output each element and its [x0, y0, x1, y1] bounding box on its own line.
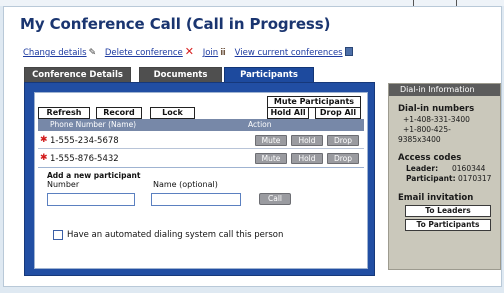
- dial-in-header: Dial-in Information: [389, 84, 500, 96]
- dial-in-panel: Dial-in Information Dial-in numbers +1-4…: [388, 83, 501, 270]
- pencil-icon: ✎: [88, 48, 97, 58]
- record-button[interactable]: Record: [96, 107, 142, 119]
- leader-label: Leader:: [406, 164, 439, 173]
- view-current-label[interactable]: View current conferences: [235, 48, 343, 58]
- mute-button[interactable]: Mute: [255, 135, 287, 146]
- leader-code: 0160344: [452, 164, 486, 173]
- to-participants-button[interactable]: To Participants: [405, 219, 491, 231]
- action-column-header: Action: [248, 120, 272, 129]
- phone-column-header: Phone Number (Name): [50, 120, 137, 129]
- participants-panel: Mute Participants Refresh List Record Lo…: [24, 82, 375, 276]
- drop-all-button[interactable]: Drop All: [315, 107, 361, 119]
- participant-code: 0170317: [458, 174, 492, 183]
- change-details-link[interactable]: Change details ✎: [23, 48, 96, 58]
- people-icon: ⅲ: [220, 48, 226, 58]
- dial-in-number-2a: +1-800-425-: [403, 125, 451, 134]
- drop-button[interactable]: Drop: [327, 135, 359, 146]
- participants-inner: Mute Participants Refresh List Record Lo…: [34, 92, 368, 269]
- phone-icon: ✱: [40, 153, 48, 163]
- participant-label: Participant:: [406, 174, 456, 183]
- name-label: Name (optional): [153, 180, 218, 189]
- participant-number: 1-555-876-5432: [50, 154, 119, 164]
- bottom-strip: [0, 287, 504, 293]
- table-row: ✱ 1-555-234-5678 Mute Hold Drop: [38, 132, 364, 149]
- tab-participants[interactable]: Participants: [224, 67, 314, 83]
- book-icon: [344, 47, 353, 56]
- auto-dial-checkbox[interactable]: [53, 230, 63, 240]
- table-row: ✱ 1-555-876-5432 Mute Hold Drop: [38, 150, 364, 167]
- page-title: My Conference Call (Call in Progress): [20, 15, 331, 33]
- auto-dial-label: Have an automated dialing system call th…: [67, 230, 284, 240]
- phone-icon: ✱: [40, 135, 48, 145]
- drop-button[interactable]: Drop: [327, 153, 359, 164]
- dial-in-number-2b: 9385x3400: [398, 135, 441, 144]
- refresh-list-button[interactable]: Refresh List: [38, 107, 90, 127]
- participant-number: 1-555-234-5678: [50, 136, 119, 146]
- dial-in-number-1: +1-408-331-3400: [403, 115, 470, 124]
- to-leaders-button[interactable]: To Leaders: [405, 205, 491, 217]
- hold-all-button[interactable]: Hold All: [267, 107, 309, 119]
- delete-x-icon: ✕: [184, 45, 194, 58]
- name-field[interactable]: [151, 193, 241, 206]
- hold-button[interactable]: Hold: [291, 153, 323, 164]
- delete-conference-link[interactable]: Delete conference ✕: [105, 45, 194, 58]
- number-field[interactable]: [47, 193, 135, 206]
- add-participant-title: Add a new participant: [47, 171, 141, 180]
- access-codes-title: Access codes: [398, 153, 462, 163]
- dial-in-numbers-title: Dial-in numbers: [398, 104, 475, 114]
- hold-button[interactable]: Hold: [291, 135, 323, 146]
- join-label[interactable]: Join: [203, 48, 218, 58]
- email-invitation-title: Email invitation: [398, 193, 474, 203]
- action-links: Change details ✎ Delete conference ✕ Join ⅲ…: [23, 45, 359, 58]
- change-details-label[interactable]: Change details: [23, 48, 87, 58]
- lock-button[interactable]: Lock: [150, 107, 195, 119]
- number-label: Number: [47, 180, 80, 189]
- add-participant-section: Add a new participant Number Name (optio…: [38, 167, 364, 267]
- mute-button[interactable]: Mute: [255, 153, 287, 164]
- tab-conference-details[interactable]: Conference Details: [24, 67, 131, 83]
- delete-conference-label[interactable]: Delete conference: [105, 48, 183, 58]
- call-button[interactable]: Call: [259, 193, 291, 205]
- tab-documents[interactable]: Documents: [139, 67, 222, 83]
- join-link[interactable]: Join ⅲ: [203, 48, 226, 58]
- participants-table-header: Phone Number (Name) Action: [38, 119, 364, 131]
- view-current-conferences-link[interactable]: View current conferences: [235, 47, 353, 58]
